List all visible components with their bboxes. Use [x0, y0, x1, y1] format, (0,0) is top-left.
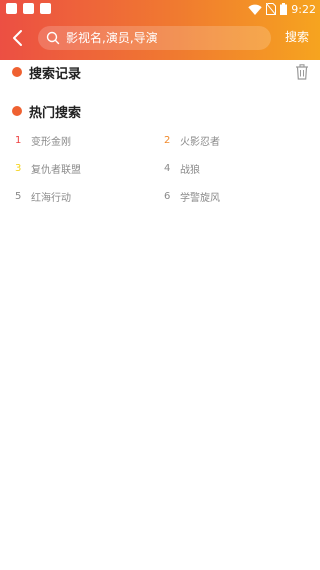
status-bar: 9:22	[0, 0, 320, 18]
search-history-title: 搜索记录	[29, 66, 82, 82]
hot-search-item[interactable]: 1 变形金刚	[15, 132, 71, 148]
section-dot	[12, 106, 22, 116]
section-dot	[12, 67, 22, 77]
wifi-icon	[248, 4, 262, 15]
no-sim-icon	[266, 3, 277, 15]
search-icon	[46, 31, 60, 45]
search-input[interactable]	[66, 28, 261, 48]
search-box[interactable]	[38, 26, 271, 50]
notification-icon	[6, 3, 17, 14]
search-history-header: 搜索记录	[12, 62, 81, 82]
hot-search-label: 战狼	[180, 164, 200, 176]
hot-search-rank: 5	[15, 190, 22, 202]
hot-search-label: 复仇者联盟	[31, 164, 81, 176]
battery-icon	[280, 3, 288, 15]
hot-search-item[interactable]: 5 红海行动	[15, 188, 71, 204]
hot-search-item[interactable]: 6 学警旋风	[164, 188, 220, 204]
hot-search-label: 红海行动	[31, 192, 71, 204]
trash-icon[interactable]	[295, 64, 309, 80]
hot-search-rank: 4	[164, 162, 171, 174]
hot-search-header: 热门搜索	[12, 101, 81, 121]
hot-search-rank: 3	[15, 162, 22, 174]
notification-icon	[23, 3, 34, 14]
hot-search-item[interactable]: 2 火影忍者	[164, 132, 220, 148]
search-bar: 搜索	[0, 20, 320, 56]
hot-search-rank: 1	[15, 134, 22, 146]
notification-icon	[40, 3, 51, 14]
hot-search-label: 学警旋风	[180, 192, 220, 204]
hot-search-rank: 6	[164, 190, 171, 202]
hot-search-item[interactable]: 4 战狼	[164, 160, 200, 176]
hot-search-label: 变形金刚	[31, 136, 71, 148]
hot-search-item[interactable]: 3 复仇者联盟	[15, 160, 81, 176]
search-button[interactable]: 搜索	[285, 28, 309, 45]
back-arrow-icon[interactable]	[9, 27, 29, 49]
hot-search-title: 热门搜索	[29, 105, 82, 121]
hot-search-label: 火影忍者	[180, 136, 220, 148]
hot-search-rank: 2	[164, 134, 171, 146]
app-header: 9:22 搜索	[0, 0, 320, 60]
status-time: 9:22	[291, 2, 316, 16]
